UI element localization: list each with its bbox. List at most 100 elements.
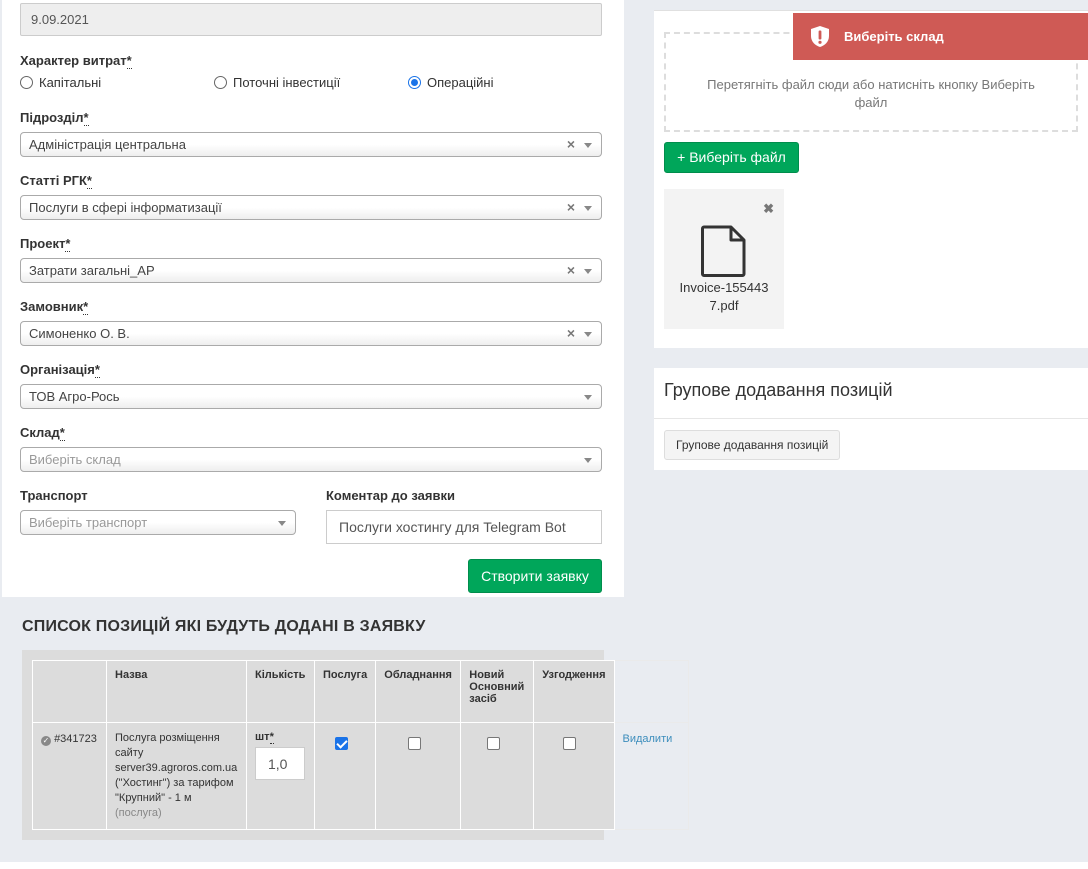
group-add-title: Групове додавання позицій: [664, 380, 893, 400]
required-mark: *: [94, 362, 100, 378]
transport-select[interactable]: Виберіть транспорт: [20, 510, 296, 535]
customer-value: Симоненко О. В.: [29, 326, 130, 341]
date-field: 9.09.2021: [20, 3, 602, 36]
table-header-row: Назва Кількість Послуга Обладнання Новий…: [32, 660, 689, 723]
new-fixed-asset-checkbox[interactable]: [487, 737, 501, 750]
radio-capital[interactable]: Капітальні: [20, 75, 101, 90]
radio-circle[interactable]: [214, 76, 227, 89]
department-label-text: Підрозділ: [20, 110, 84, 125]
required-mark: *: [126, 53, 132, 69]
warehouse-placeholder: Виберіть склад: [29, 452, 121, 467]
chevron-down-icon[interactable]: [584, 206, 592, 211]
header-approval: Узгодження: [533, 660, 615, 723]
row-name: Послуга розміщення сайту server39.agroro…: [115, 732, 238, 804]
footer-strip: [0, 862, 1088, 869]
chevron-down-icon[interactable]: [278, 521, 286, 526]
radio-circle-selected[interactable]: [408, 76, 421, 89]
rgk-label: Статті РГК*: [20, 173, 92, 189]
approval-checkbox[interactable]: [563, 737, 577, 750]
clear-icon[interactable]: ×: [567, 199, 575, 215]
clear-icon[interactable]: ×: [567, 136, 575, 152]
required-mark: *: [269, 731, 274, 744]
uploaded-file-card: ✖ Invoice-1554437.pdf: [664, 189, 784, 329]
comment-label: Коментар до заявки: [326, 488, 455, 503]
customer-label-text: Замовник: [20, 299, 84, 314]
cost-type-label: Характер витрат*: [20, 53, 132, 69]
header-quantity: Кількість: [246, 660, 315, 723]
row-name-cell: Послуга розміщення сайту server39.agroro…: [106, 722, 247, 830]
header-id: [32, 660, 107, 723]
project-select[interactable]: Затрати загальні_АР ×: [20, 258, 602, 283]
check-circle-icon: ✓: [41, 736, 51, 746]
header-name: Назва: [106, 660, 247, 723]
required-mark: *: [65, 236, 71, 252]
warehouse-select[interactable]: Виберіть склад: [20, 447, 602, 472]
file-icon: [701, 225, 746, 277]
create-request-button[interactable]: Створити заявку: [468, 559, 602, 593]
delete-link[interactable]: Видалити: [623, 733, 673, 745]
customer-label: Замовник*: [20, 299, 89, 315]
service-checkbox[interactable]: [335, 737, 348, 750]
cost-type-label-text: Характер витрат: [20, 53, 127, 68]
organization-value: ТОВ Агро-Рось: [29, 389, 120, 404]
transport-label: Транспорт: [20, 488, 88, 503]
department-select[interactable]: Адміністрація центральна ×: [20, 132, 602, 157]
row-name-note: (послуга): [115, 807, 162, 819]
project-label: Проект*: [20, 236, 71, 252]
department-label: Підрозділ*: [20, 110, 89, 126]
required-mark: *: [59, 425, 65, 441]
chevron-down-icon[interactable]: [584, 332, 592, 337]
chevron-down-icon[interactable]: [584, 269, 592, 274]
radio-current-investments-label: Поточні інвестиції: [233, 75, 341, 90]
error-toast[interactable]: Виберіть склад: [793, 13, 1088, 60]
rgk-select[interactable]: Послуги в сфері інформатизації ×: [20, 195, 602, 220]
radio-circle[interactable]: [20, 76, 33, 89]
organization-label: Організація*: [20, 362, 100, 378]
group-add-button[interactable]: Групове додавання позицій: [664, 430, 841, 460]
required-mark: *: [83, 110, 89, 126]
warehouse-label: Склад*: [20, 425, 65, 441]
row-actions-cell: Видалити: [613, 722, 689, 830]
radio-current-investments[interactable]: Поточні інвестиції: [214, 75, 340, 90]
table-row: ✓ #341723 Послуга розміщення сайту serve…: [32, 722, 689, 830]
row-quantity-cell: шт* 1,0: [246, 722, 315, 830]
unit-label: шт*: [255, 731, 274, 744]
choose-file-button[interactable]: + Виберіть файл: [664, 142, 799, 173]
quantity-input[interactable]: 1,0: [255, 747, 305, 780]
divider: [654, 418, 1088, 419]
row-equipment-cell: [375, 722, 462, 830]
file-upload-panel: Перетягніть файл сюди або натисніть кноп…: [654, 10, 1088, 348]
toast-message: Виберіть склад: [844, 29, 944, 44]
chevron-down-icon[interactable]: [584, 143, 592, 148]
required-mark: *: [83, 299, 89, 315]
radio-operational[interactable]: Операційні: [408, 75, 494, 90]
required-mark: *: [86, 173, 92, 189]
row-service-cell: [313, 722, 377, 830]
file-name: Invoice-1554437.pdf: [679, 280, 769, 313]
remove-file-icon[interactable]: ✖: [763, 201, 774, 217]
row-approval-cell: [533, 722, 615, 830]
organization-label-text: Організація: [20, 362, 95, 377]
cost-type-radio-group: Капітальні Поточні інвестиції Операційні: [20, 75, 602, 93]
clear-icon[interactable]: ×: [567, 325, 575, 341]
warehouse-label-text: Склад: [20, 425, 60, 440]
transport-placeholder: Виберіть транспорт: [29, 515, 148, 530]
rgk-label-text: Статті РГК: [20, 173, 87, 188]
row-new-asset-cell: [460, 722, 535, 830]
row-id: #341723: [54, 733, 97, 745]
positions-title: СПИСОК ПОЗИЦІЙ ЯКІ БУДУТЬ ДОДАНІ В ЗАЯВК…: [22, 618, 426, 635]
radio-capital-label: Капітальні: [39, 75, 102, 90]
rgk-value: Послуги в сфері інформатизації: [29, 200, 222, 215]
chevron-down-icon[interactable]: [584, 395, 592, 400]
chevron-down-icon[interactable]: [584, 458, 592, 463]
clear-icon[interactable]: ×: [567, 262, 575, 278]
project-value: Затрати загальні_АР: [29, 263, 155, 278]
customer-select[interactable]: Симоненко О. В. ×: [20, 321, 602, 346]
group-add-panel: Групове додавання позицій Групове додава…: [654, 368, 1088, 470]
header-actions: [613, 660, 689, 723]
shield-alert-icon: [811, 26, 829, 47]
comment-input[interactable]: Послуги хостингу для Telegram Bot: [326, 510, 602, 544]
equipment-checkbox[interactable]: [408, 737, 422, 750]
unit-label-text: шт: [255, 731, 270, 743]
organization-select[interactable]: ТОВ Агро-Рось: [20, 384, 602, 409]
